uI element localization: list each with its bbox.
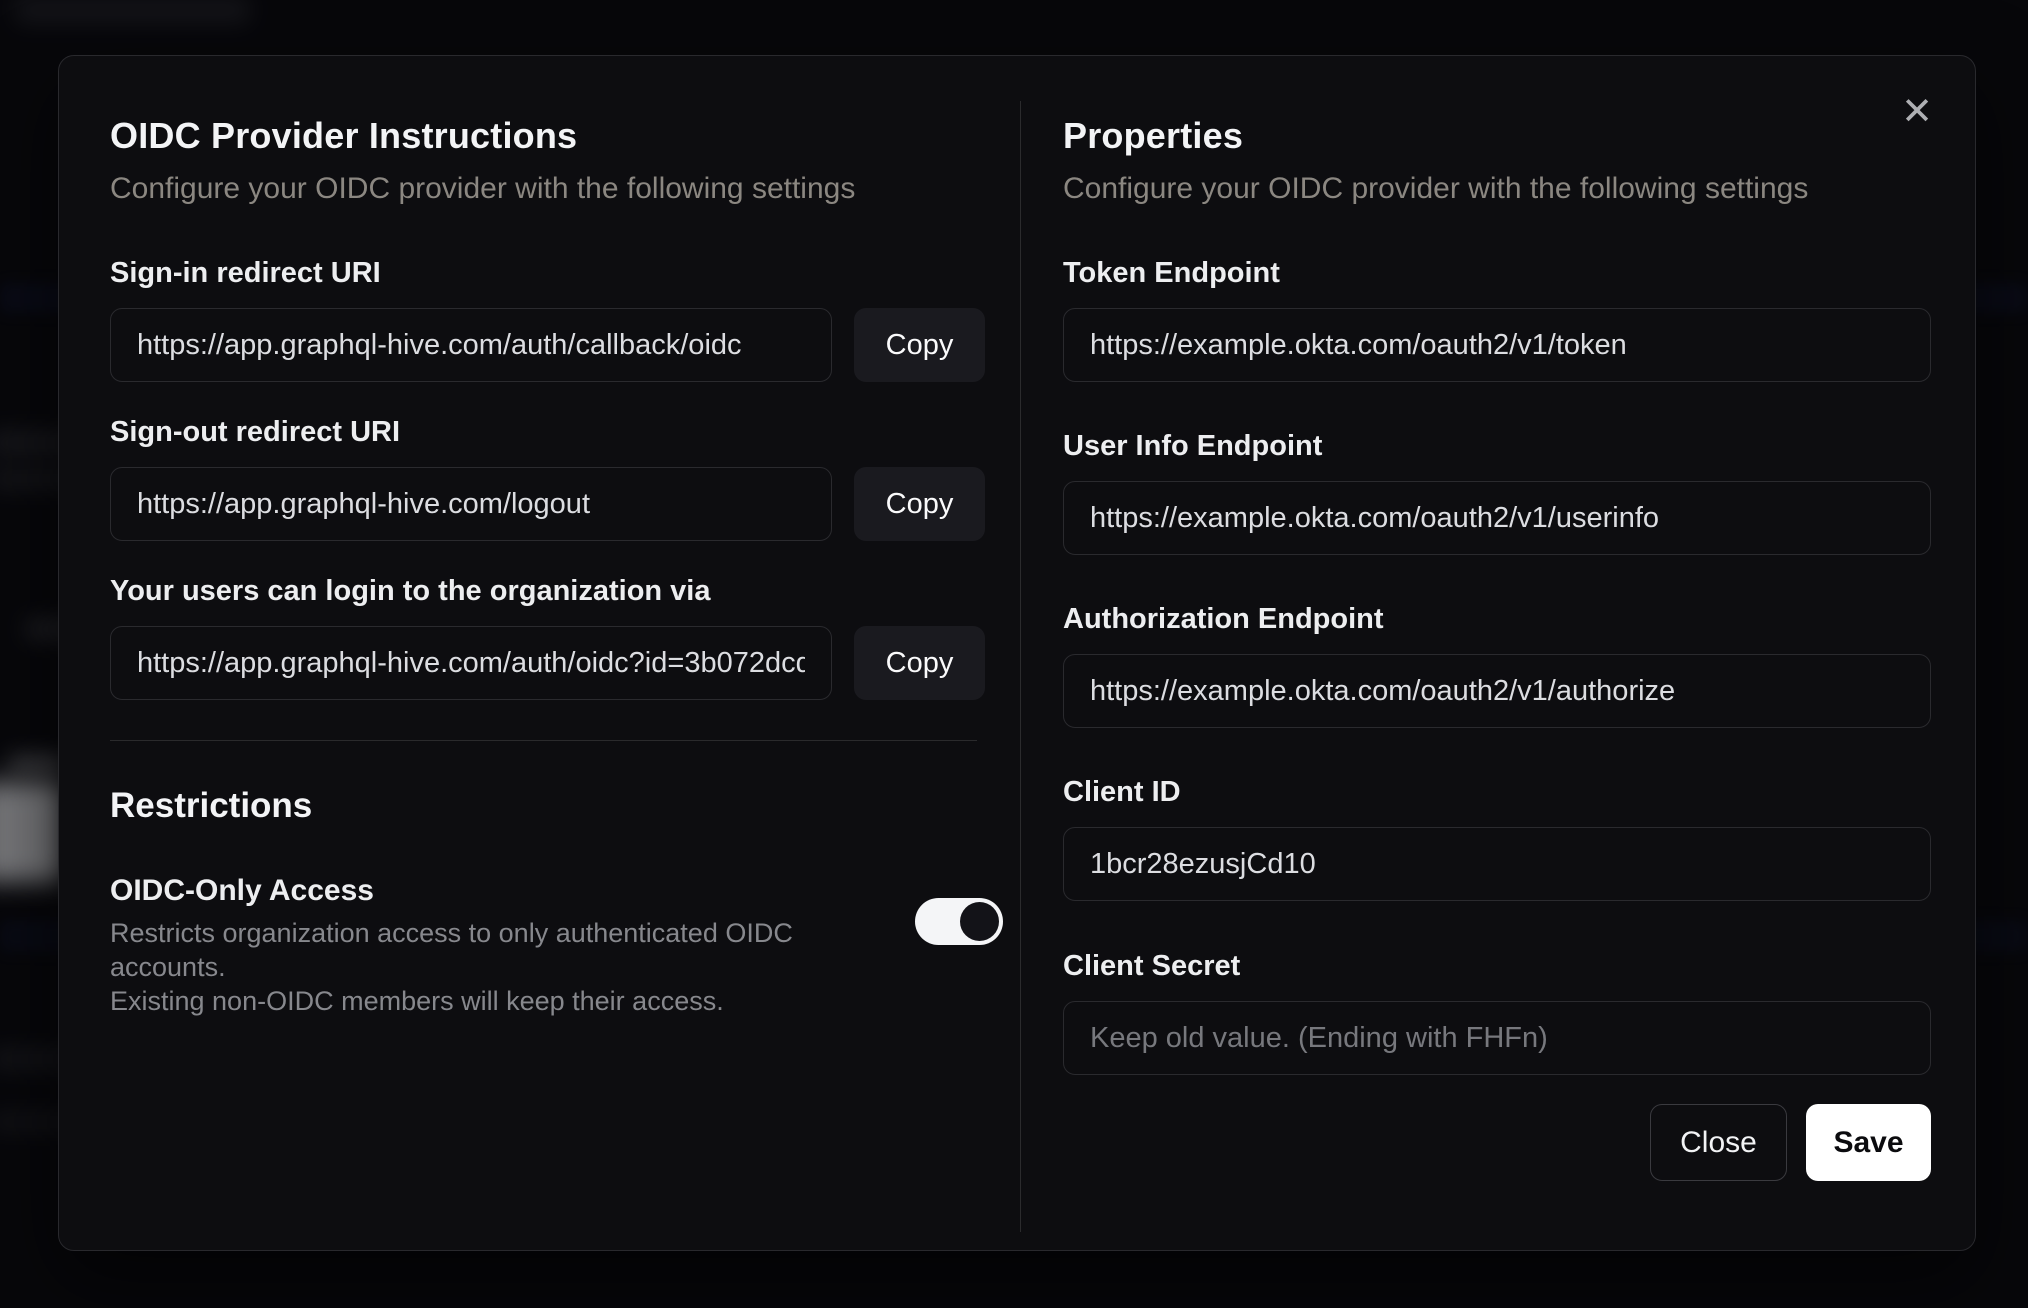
sign-in-redirect-uri-input[interactable]: [110, 308, 832, 382]
properties-subtitle: Configure your OIDC provider with the fo…: [1063, 172, 1809, 205]
field-user-info-endpoint: User Info Endpoint: [1063, 428, 1931, 555]
dialog-actions: Close Save: [1063, 1104, 1931, 1181]
restrictions-title: Restrictions: [110, 786, 313, 825]
oidc-only-access-label: OIDC-Only Access: [110, 874, 374, 907]
instructions-title: OIDC Provider Instructions: [110, 115, 578, 156]
organization-login-uri-input[interactable]: [110, 626, 832, 700]
organization-login-uri-label: Your users can login to the organization…: [110, 575, 711, 607]
instructions-panel: OIDC Provider Instructions Configure you…: [59, 56, 1020, 1250]
field-authorization-endpoint: Authorization Endpoint: [1063, 601, 1931, 728]
toggle-knob: [960, 902, 999, 941]
sign-out-redirect-uri-label: Sign-out redirect URI: [110, 416, 401, 448]
properties-title: Properties: [1063, 115, 1244, 156]
sign-out-redirect-uri-input[interactable]: [110, 467, 832, 541]
client-secret-label: Client Secret: [1063, 950, 1241, 982]
copy-sign-in-uri-button[interactable]: Copy: [854, 308, 985, 382]
horizontal-divider: [110, 740, 977, 741]
instructions-subtitle: Configure your OIDC provider with the fo…: [110, 172, 856, 205]
copy-sign-out-uri-button[interactable]: Copy: [854, 467, 985, 541]
client-secret-input[interactable]: [1063, 1001, 1931, 1075]
field-client-id: Client ID: [1063, 774, 1931, 901]
description-line-2: Existing non-OIDC members will keep thei…: [110, 986, 724, 1016]
field-token-endpoint: Token Endpoint: [1063, 255, 1931, 382]
oidc-only-access-toggle[interactable]: [915, 898, 1003, 945]
copy-login-uri-button[interactable]: Copy: [854, 626, 985, 700]
token-endpoint-input[interactable]: [1063, 308, 1931, 382]
field-organization-login-uri: Your users can login to the organization…: [110, 573, 1019, 700]
client-id-label: Client ID: [1063, 776, 1181, 808]
oidc-settings-dialog: ✕ OIDC Provider Instructions Configure y…: [58, 55, 1976, 1251]
token-endpoint-label: Token Endpoint: [1063, 257, 1280, 289]
sign-in-redirect-uri-label: Sign-in redirect URI: [110, 257, 381, 289]
description-line-1: Restricts organization access to only au…: [110, 918, 793, 982]
authorization-endpoint-label: Authorization Endpoint: [1063, 603, 1384, 635]
properties-panel: Properties Configure your OIDC provider …: [1021, 56, 1975, 1250]
user-info-endpoint-label: User Info Endpoint: [1063, 430, 1323, 462]
authorization-endpoint-input[interactable]: [1063, 654, 1931, 728]
oidc-only-access-description: Restricts organization access to only au…: [110, 916, 830, 1018]
field-sign-in-redirect-uri: Sign-in redirect URI Copy: [110, 255, 1019, 382]
field-client-secret: Client Secret: [1063, 948, 1931, 1075]
field-sign-out-redirect-uri: Sign-out redirect URI Copy: [110, 414, 1019, 541]
close-button[interactable]: Close: [1650, 1104, 1787, 1181]
client-id-input[interactable]: [1063, 827, 1931, 901]
oidc-only-access-row: OIDC-Only Access Restricts organization …: [110, 872, 1003, 1018]
save-button[interactable]: Save: [1806, 1104, 1931, 1181]
user-info-endpoint-input[interactable]: [1063, 481, 1931, 555]
